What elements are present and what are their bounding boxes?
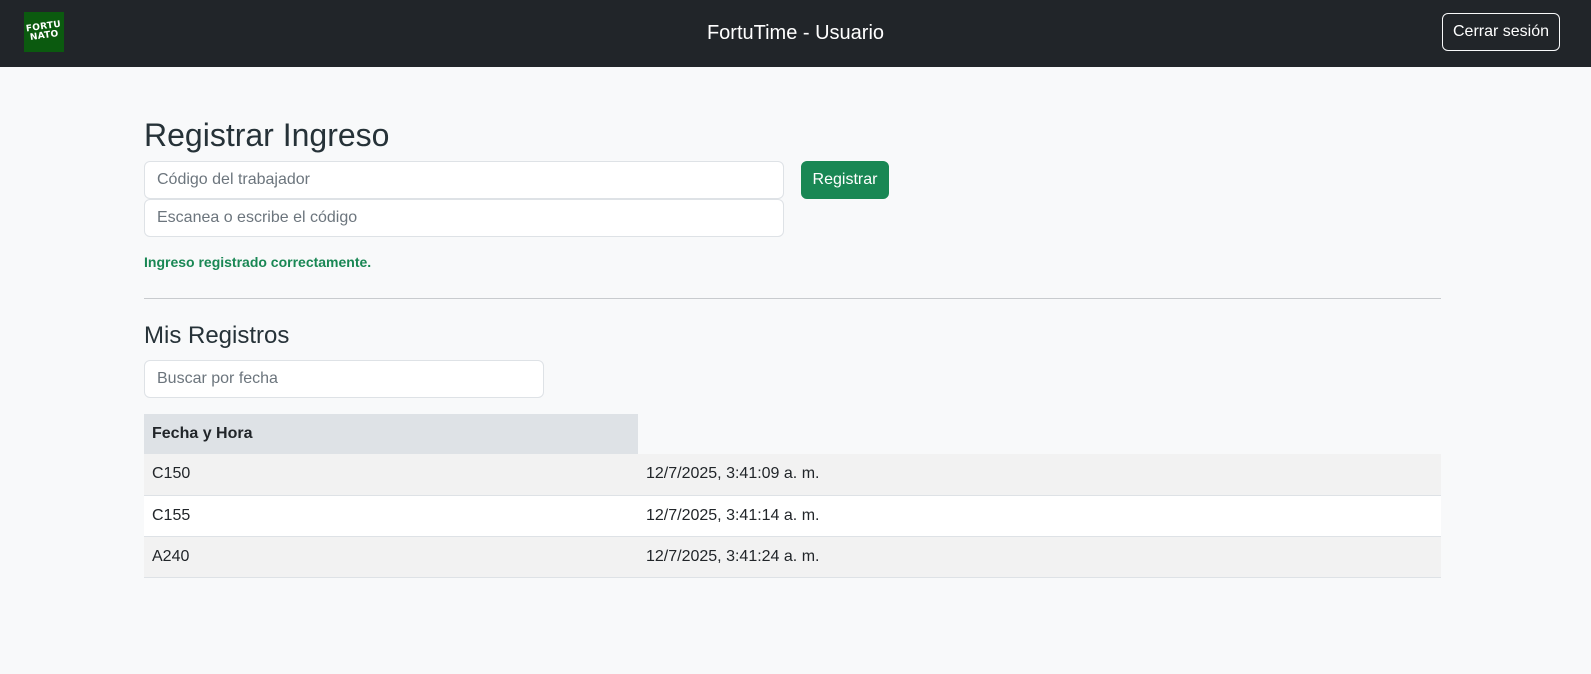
cell-code: C155	[144, 495, 638, 537]
date-search-input[interactable]	[144, 360, 544, 398]
logout-button[interactable]: Cerrar sesión	[1442, 13, 1560, 51]
table-header-row: Fecha y Hora	[144, 414, 1441, 454]
table-row: C150 12/7/2025, 3:41:09 a. m.	[144, 454, 1441, 496]
cell-datetime: 12/7/2025, 3:41:09 a. m.	[638, 454, 1441, 496]
success-message: Ingreso registrado correctamente.	[144, 254, 372, 270]
table-row: A240 12/7/2025, 3:41:24 a. m.	[144, 536, 1441, 578]
cell-code: C150	[144, 454, 638, 496]
cell-datetime: 12/7/2025, 3:41:24 a. m.	[638, 536, 1441, 578]
register-heading: Registrar Ingreso	[144, 117, 390, 153]
top-navbar: FORTU NATO FortuTime - Usuario Cerrar se…	[0, 0, 1591, 67]
records-heading: Mis Registros	[144, 322, 290, 349]
app-title: FortuTime - Usuario	[706, 22, 885, 44]
records-table: Fecha y Hora C150 12/7/2025, 3:41:09 a. …	[144, 414, 1441, 578]
scan-code-input[interactable]	[144, 199, 784, 237]
brand-logo[interactable]: FORTU NATO	[24, 12, 64, 52]
register-button[interactable]: Registrar	[801, 161, 889, 199]
section-divider	[144, 298, 1441, 299]
table-row: C155 12/7/2025, 3:41:14 a. m.	[144, 495, 1441, 537]
worker-code-input[interactable]	[144, 161, 784, 199]
cell-datetime: 12/7/2025, 3:41:14 a. m.	[638, 495, 1441, 537]
column-header-empty	[638, 414, 1441, 454]
column-header-datetime: Fecha y Hora	[144, 414, 638, 454]
logo-text-bottom: NATO	[28, 29, 59, 43]
cell-code: A240	[144, 536, 638, 578]
